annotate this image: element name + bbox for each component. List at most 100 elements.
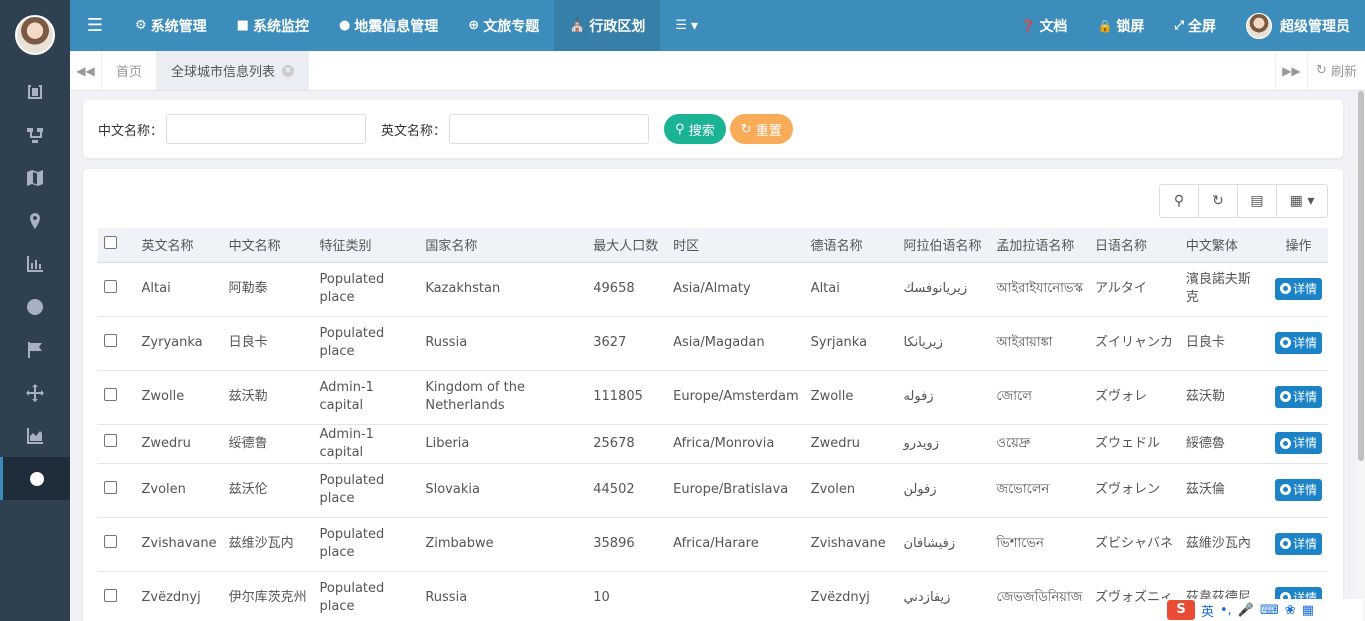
scrollbar-thumb[interactable] <box>1358 91 1364 461</box>
cell-en: Zwolle <box>135 370 223 425</box>
tab-scroll-right-icon[interactable]: ▶▶ <box>1274 51 1307 90</box>
cell-feature: Populated place <box>313 316 420 371</box>
search-button[interactable]: ⚲ 搜索 <box>664 114 726 144</box>
reset-button[interactable]: ↻ 重置 <box>729 114 793 144</box>
sogou-logo-icon[interactable]: S <box>1167 600 1195 620</box>
lock-screen-link[interactable]: 🔒 锁屏 <box>1082 0 1159 51</box>
select-all-checkbox[interactable] <box>104 236 117 250</box>
search-toggle-button[interactable]: ⚲ <box>1160 185 1199 217</box>
col-japanese[interactable]: 日语名称 <box>1089 228 1180 263</box>
sidebar-item-10[interactable] <box>0 457 70 500</box>
nav-administrative-division[interactable]: ⛪ 行政区划 <box>554 0 661 51</box>
col-actions: 操作 <box>1268 228 1328 263</box>
col-german[interactable]: 德语名称 <box>804 228 898 263</box>
detail-button[interactable]: 详情 <box>1274 532 1322 555</box>
nav-system-monitoring[interactable]: ■ 系统监控 <box>222 0 324 51</box>
sidebar-item-9[interactable] <box>0 414 70 457</box>
nav-tourism[interactable]: ⊕ 文旅专题 <box>453 0 554 51</box>
row-checkbox[interactable] <box>104 534 117 548</box>
detail-button[interactable]: 详情 <box>1274 331 1322 354</box>
refresh-table-button[interactable]: ↻ <box>1199 185 1238 217</box>
refresh-button[interactable]: ↻ 刷新 <box>1306 51 1365 90</box>
sidebar-item-7[interactable] <box>0 328 70 371</box>
row-checkbox[interactable] <box>104 279 117 293</box>
col-timezone[interactable]: 时区 <box>667 228 805 263</box>
menu-toggle-icon[interactable]: ☰ <box>70 0 120 51</box>
keyboard-icon[interactable]: ⌨ <box>1260 603 1279 618</box>
cell-ar: زويدرو <box>897 424 991 464</box>
sitemap-icon <box>27 127 43 143</box>
vertical-scrollbar[interactable] <box>1357 91 1365 621</box>
grid-icon: ▦ <box>1289 193 1303 209</box>
cell-tz <box>667 571 805 621</box>
sidebar-item-1[interactable] <box>0 70 70 113</box>
cell-cn: 兹维沙瓦内 <box>222 517 314 572</box>
row-checkbox[interactable] <box>104 434 117 447</box>
cell-tw: 綏德魯 <box>1179 424 1269 464</box>
nav-more-dropdown[interactable]: ☰ ▾ <box>660 0 713 51</box>
detail-button[interactable]: 详情 <box>1274 432 1322 455</box>
apps-icon[interactable]: ▦ <box>1302 603 1314 618</box>
col-arabic[interactable]: 阿拉伯语名称 <box>897 228 991 263</box>
col-bengali[interactable]: 孟加拉语名称 <box>990 228 1089 263</box>
user-menu[interactable]: 超级管理员 <box>1231 0 1365 51</box>
close-icon[interactable]: ✕ <box>282 64 295 77</box>
sidebar-item-3[interactable] <box>0 156 70 199</box>
tab-scroll-left-icon[interactable]: ◀◀ <box>70 51 102 90</box>
microphone-icon[interactable]: 🎤 <box>1238 603 1254 618</box>
docs-link[interactable]: ❓ 文档 <box>1005 0 1082 51</box>
sidebar-item-4[interactable] <box>0 199 70 242</box>
punctuation-icon[interactable]: •, <box>1220 603 1232 618</box>
cell-pop: 3627 <box>587 316 668 371</box>
eye-icon <box>1279 337 1291 349</box>
cn-name-input[interactable] <box>166 114 367 144</box>
cell-ar: زيفازدني <box>897 571 991 621</box>
col-population[interactable]: 最大人口数 <box>587 228 668 263</box>
refresh-icon: ↻ <box>1212 193 1224 209</box>
en-name-input[interactable] <box>449 114 650 144</box>
skin-icon[interactable]: ❀ <box>1285 603 1296 618</box>
bank-icon: ⛪ <box>569 18 586 33</box>
cell-feature: Populated place <box>313 262 420 317</box>
sidebar-item-2[interactable] <box>0 113 70 156</box>
tab-home[interactable]: 首页 <box>102 51 158 90</box>
cell-tz: Europe/Amsterdam <box>667 370 805 425</box>
cell-ja: ズウェドル <box>1089 424 1180 464</box>
row-checkbox[interactable] <box>104 588 117 602</box>
cell-bn: জভোলেন <box>990 463 1089 518</box>
cell-cn: 阿勒泰 <box>222 262 314 317</box>
cell-en: Altai <box>135 262 223 317</box>
sidebar-item-6[interactable] <box>0 285 70 328</box>
row-checkbox[interactable] <box>104 480 117 494</box>
sidebar-item-5[interactable] <box>0 242 70 285</box>
cell-tz: Africa/Monrovia <box>667 424 805 464</box>
top-right-nav: ❓ 文档 🔒 锁屏 ⤢ 全屏 超级管理员 <box>1005 0 1365 51</box>
cell-feature: Admin-1 capital <box>313 370 420 425</box>
col-feature[interactable]: 特征类别 <box>313 228 420 263</box>
col-cn-name[interactable]: 中文名称 <box>222 228 314 263</box>
col-traditional-chinese[interactable]: 中文繁体 <box>1179 228 1269 263</box>
row-checkbox[interactable] <box>104 333 117 347</box>
nav-earthquake-info[interactable]: ● 地震信息管理 <box>324 0 453 51</box>
nav-system-management[interactable]: ⚙ 系统管理 <box>120 0 222 51</box>
table-row: Zwolle 兹沃勒 Admin-1 capital Kingdom of the N… <box>98 370 1328 425</box>
detail-button[interactable]: 详情 <box>1274 385 1322 408</box>
toggle-view-button[interactable]: ▤ <box>1238 185 1277 217</box>
tab-global-city-list[interactable]: 全球城市信息列表 ✕ <box>157 51 310 90</box>
columns-dropdown-button[interactable]: ▦ ▾ <box>1277 185 1327 217</box>
en-name-label: 英文名称： <box>381 123 447 139</box>
detail-button[interactable]: 详情 <box>1274 478 1322 501</box>
eye-icon <box>1279 283 1291 295</box>
row-checkbox[interactable] <box>104 387 117 401</box>
avatar[interactable] <box>15 15 55 55</box>
col-en-name[interactable]: 英文名称 <box>135 228 223 263</box>
table-row: Altai 阿勒泰 Populated place Kazakhstan 49658 As… <box>98 262 1328 317</box>
fullscreen-link[interactable]: ⤢ 全屏 <box>1159 0 1231 51</box>
map-marker-icon: ● <box>338 18 351 33</box>
expand-icon: ⤢ <box>1174 18 1184 32</box>
sidebar-item-8[interactable] <box>0 371 70 414</box>
detail-button[interactable]: 详情 <box>1274 277 1322 300</box>
ime-language[interactable]: 英 <box>1201 601 1214 620</box>
cell-en: Zvolen <box>135 463 223 518</box>
col-country[interactable]: 国家名称 <box>419 228 588 263</box>
